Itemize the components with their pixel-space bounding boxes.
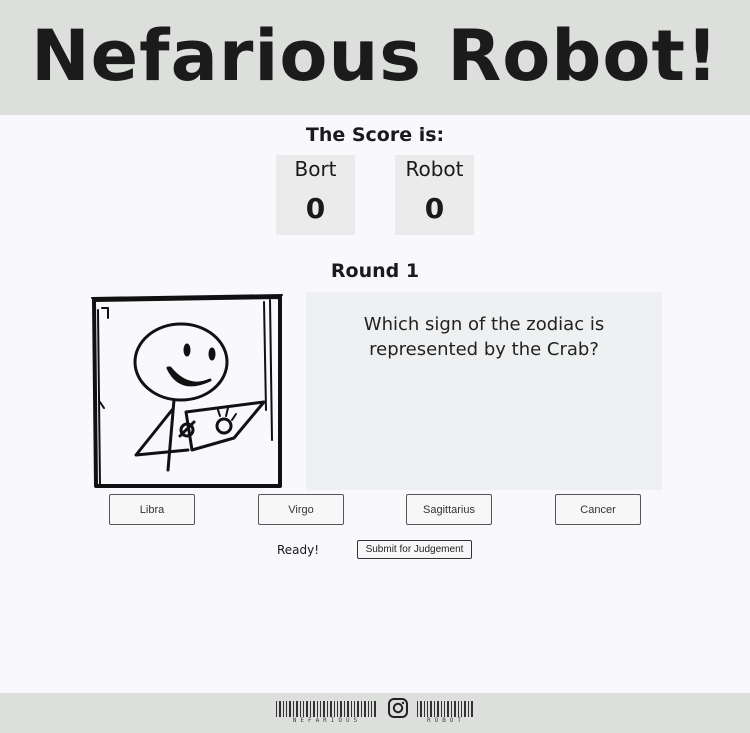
round-label: Round 1 (0, 258, 750, 284)
answer-button-cancer[interactable]: Cancer (555, 494, 641, 525)
score-box-robot: Robot 0 (395, 155, 474, 235)
answer-button-libra[interactable]: Libra (109, 494, 195, 525)
score-heading: The Score is: (305, 124, 445, 146)
ready-status: Ready! (277, 543, 320, 557)
instagram-icon[interactable] (387, 697, 409, 719)
robot-drawing (88, 290, 288, 490)
question-panel: Which sign of the zodiac is represented … (306, 292, 662, 490)
question-text: Which sign of the zodiac is represented … (363, 314, 605, 360)
site-footer: NEFARIOUS ROBOT (0, 693, 750, 733)
submit-button[interactable]: Submit for Judgement (357, 540, 472, 559)
site-title: Nefarious Robot! (31, 15, 719, 97)
player-score: 0 (305, 192, 326, 225)
player-name: Bort (294, 157, 337, 181)
answer-button-virgo[interactable]: Virgo (258, 494, 344, 525)
answer-button-sagittarius[interactable]: Sagittarius (406, 494, 492, 525)
player-score: 0 (424, 192, 445, 225)
round-text: Round 1 (330, 260, 420, 282)
barcode-left: NEFARIOUS (276, 701, 378, 725)
barcode-right-text: ROBOT (426, 717, 466, 724)
score-box-bort: Bort 0 (276, 155, 355, 235)
barcode-right: ROBOT (417, 701, 475, 725)
barcode-left-text: NEFARIOUS (292, 717, 362, 724)
site-header: Nefarious Robot! (0, 0, 750, 115)
player-name: Robot (405, 157, 464, 181)
